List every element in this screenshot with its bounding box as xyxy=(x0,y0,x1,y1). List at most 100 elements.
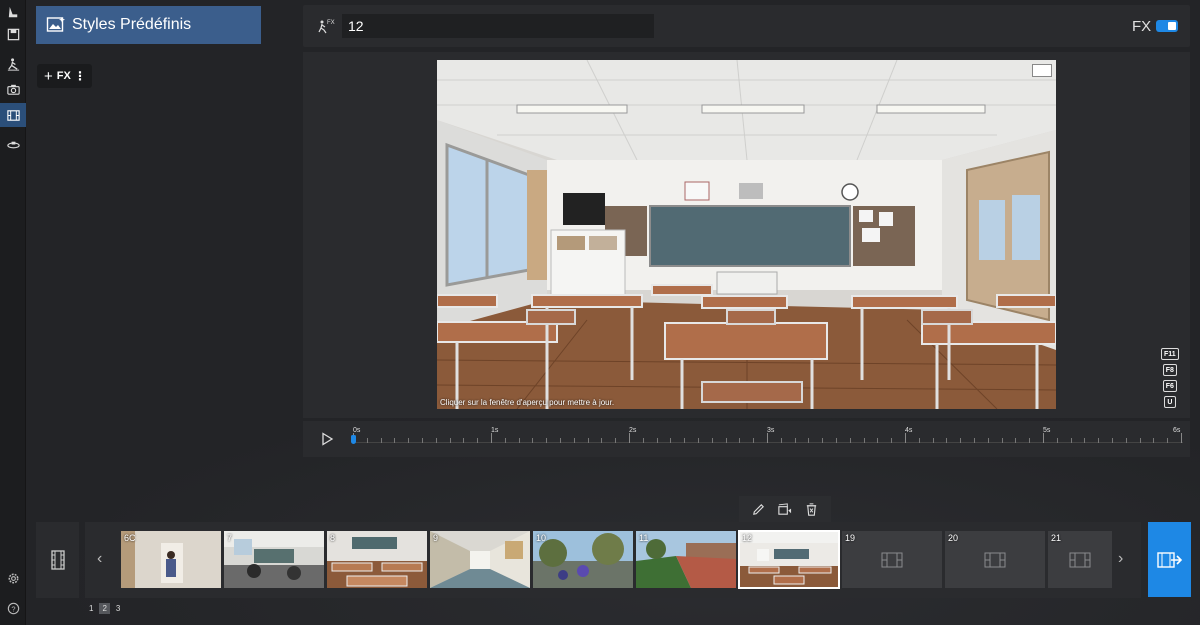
timeline-tick xyxy=(1167,438,1169,443)
timeline-label: 0s xyxy=(353,427,361,434)
timeline-tick xyxy=(587,438,589,443)
timeline-tick xyxy=(808,438,810,443)
clip-thumbnail[interactable]: 20 xyxy=(945,531,1045,588)
plus-icon: + xyxy=(44,67,53,85)
timeline-tick xyxy=(1084,438,1086,443)
preview-viewport[interactable]: Cliquer sur la fenêtre d'aperçu pour met… xyxy=(437,60,1056,409)
timeline-tick xyxy=(504,438,506,443)
timeline-tick xyxy=(725,438,727,443)
timeline-tick xyxy=(767,433,768,443)
clip-preview-image xyxy=(327,531,427,588)
shortcut-key-f8[interactable]: F8 xyxy=(1162,364,1177,376)
pose-icon[interactable] xyxy=(0,52,26,76)
timeline-tick xyxy=(960,438,962,443)
styles-panel-header[interactable]: Styles Prédéfinis xyxy=(36,6,261,44)
clip-thumbnail[interactable]: 21 xyxy=(1048,531,1112,588)
clip-preview-image xyxy=(533,531,633,588)
timeline: 0s 1s 2s 3s 4s 5s 6s xyxy=(303,421,1190,457)
filmstrip-prev-icon[interactable]: ‹ xyxy=(97,550,102,568)
export-video-button[interactable] xyxy=(1148,522,1191,597)
filmstrip: ‹ › 6C 7 8 9 10 11 12 19 20 21 xyxy=(85,522,1141,598)
clip-thumbnail[interactable]: 6C xyxy=(121,531,221,588)
timeline-tick xyxy=(822,438,824,443)
add-fx-button[interactable]: + FX ⋮ xyxy=(37,64,92,88)
timeline-tick xyxy=(918,438,920,443)
film-icon[interactable] xyxy=(0,103,26,127)
timeline-tick xyxy=(1015,438,1017,443)
clip-thumbnail[interactable]: 12 xyxy=(738,530,840,589)
play-icon[interactable] xyxy=(320,432,334,446)
filmstrip-toggle[interactable] xyxy=(36,522,79,598)
shortcut-key-u[interactable]: U xyxy=(1163,396,1176,408)
clip-thumbnail[interactable]: 8 xyxy=(327,531,427,588)
clip-number: 10 xyxy=(536,533,547,543)
fx-name-input[interactable] xyxy=(342,14,654,38)
page-1[interactable]: 1 xyxy=(86,603,96,614)
timeline-tick xyxy=(463,438,465,443)
delete-icon[interactable] xyxy=(804,502,819,517)
rotate-icon[interactable] xyxy=(0,132,26,156)
gear-icon[interactable] xyxy=(0,566,26,590)
timeline-label: 2s xyxy=(629,427,637,434)
page-2[interactable]: 2 xyxy=(99,603,110,614)
left-toolbar: ? xyxy=(0,0,26,625)
clip-number: 6C xyxy=(124,533,136,543)
timeline-tick xyxy=(987,438,989,443)
empty-clip-icon xyxy=(1069,552,1091,567)
fx-pose-icon: FX xyxy=(318,20,335,34)
preview-panel: Cliquer sur la fenêtre d'aperçu pour met… xyxy=(303,52,1190,418)
page-3[interactable]: 3 xyxy=(113,603,123,614)
clip-actions xyxy=(739,496,831,523)
timeline-tick xyxy=(1029,438,1031,443)
timeline-tick xyxy=(601,438,603,443)
timeline-tick xyxy=(394,438,396,443)
page-selector: 1 2 3 xyxy=(86,603,123,614)
playhead[interactable] xyxy=(351,435,356,444)
more-options-icon[interactable]: ⋮ xyxy=(74,69,86,83)
save-icon[interactable] xyxy=(0,22,26,46)
timeline-tick xyxy=(656,438,658,443)
svg-text:?: ? xyxy=(11,604,15,613)
edit-icon[interactable] xyxy=(751,502,766,517)
clip-thumbnail[interactable]: 7 xyxy=(224,531,324,588)
timeline-tick xyxy=(560,438,561,443)
clip-preview-image xyxy=(224,531,324,588)
clip-thumbnail[interactable]: 9 xyxy=(430,531,530,588)
clip-settings-icon[interactable] xyxy=(777,502,792,517)
clip-number: 9 xyxy=(433,533,439,543)
timeline-tick xyxy=(946,438,948,443)
clip-number: 12 xyxy=(742,533,753,543)
timeline-ruler[interactable]: 0s 1s 2s 3s 4s 5s 6s xyxy=(351,427,1183,453)
timeline-tick xyxy=(615,438,617,443)
scene-icon[interactable] xyxy=(0,0,26,24)
preview-size-toggle[interactable] xyxy=(1032,64,1052,77)
clip-thumbnail[interactable]: 11 xyxy=(636,531,736,588)
svg-text:FX: FX xyxy=(327,20,335,26)
timeline-tick xyxy=(905,433,906,443)
timeline-tick xyxy=(380,438,382,443)
timeline-label: 4s xyxy=(905,427,913,434)
clip-preview-image xyxy=(739,531,839,588)
timeline-tick xyxy=(836,438,837,443)
empty-clip-icon xyxy=(881,552,903,567)
camera-icon[interactable] xyxy=(0,77,26,101)
timeline-tick xyxy=(753,438,755,443)
timeline-tick xyxy=(877,438,879,443)
shortcut-key-f11[interactable]: F11 xyxy=(1161,348,1179,360)
fx-toggle[interactable] xyxy=(1156,20,1178,32)
clip-thumbnail[interactable]: 19 xyxy=(842,531,942,588)
top-bar: FX FX xyxy=(303,5,1190,47)
filmstrip-next-icon[interactable]: › xyxy=(1118,550,1123,568)
timeline-tick xyxy=(1070,438,1072,443)
timeline-tick xyxy=(863,438,865,443)
timeline-tick xyxy=(518,438,520,443)
clip-thumbnail[interactable]: 10 xyxy=(533,531,633,588)
timeline-tick xyxy=(629,433,630,443)
timeline-label: 6s xyxy=(1173,427,1181,434)
shortcut-key-f6[interactable]: F6 xyxy=(1162,380,1177,392)
help-icon[interactable]: ? xyxy=(0,596,26,620)
timeline-tick xyxy=(711,438,713,443)
clip-number: 19 xyxy=(845,533,856,543)
timeline-tick xyxy=(491,433,492,443)
clip-preview-image xyxy=(430,531,530,588)
